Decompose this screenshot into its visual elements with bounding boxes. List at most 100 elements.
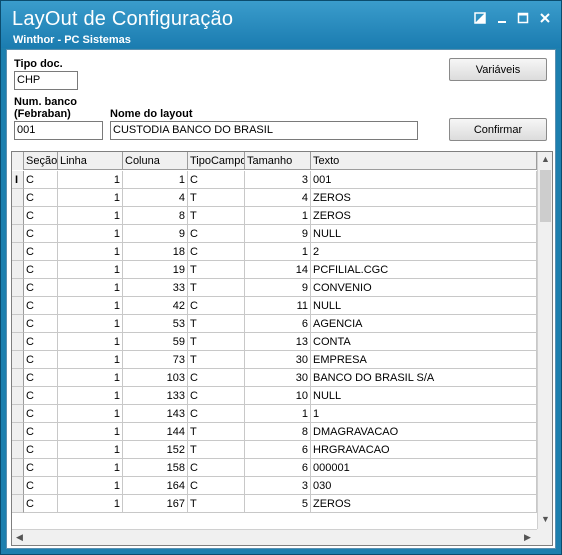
- cell-texto[interactable]: CONTA: [311, 333, 537, 351]
- table-row[interactable]: C 1 167 T 5 ZEROS: [12, 495, 537, 513]
- cell-linha[interactable]: 1: [58, 333, 123, 351]
- cell-coluna[interactable]: 164: [123, 477, 188, 495]
- row-indicator[interactable]: [12, 243, 24, 261]
- cell-secao[interactable]: C: [24, 189, 58, 207]
- cell-secao[interactable]: C: [24, 261, 58, 279]
- row-indicator[interactable]: [12, 261, 24, 279]
- cell-texto[interactable]: CONVENIO: [311, 279, 537, 297]
- cell-linha[interactable]: 1: [58, 369, 123, 387]
- cell-tipocampo[interactable]: T: [188, 351, 245, 369]
- cell-tipocampo[interactable]: T: [188, 279, 245, 297]
- row-indicator[interactable]: [12, 369, 24, 387]
- cell-coluna[interactable]: 103: [123, 369, 188, 387]
- table-row[interactable]: C 1 42 C 11 NULL: [12, 297, 537, 315]
- close-icon[interactable]: [536, 9, 554, 27]
- cell-linha[interactable]: 1: [58, 495, 123, 513]
- cell-linha[interactable]: 1: [58, 405, 123, 423]
- cell-secao[interactable]: C: [24, 315, 58, 333]
- cell-tamanho[interactable]: 9: [245, 279, 311, 297]
- cell-secao[interactable]: C: [24, 171, 58, 189]
- cell-tamanho[interactable]: 1: [245, 207, 311, 225]
- cell-tipocampo[interactable]: C: [188, 369, 245, 387]
- cell-linha[interactable]: 1: [58, 387, 123, 405]
- cell-coluna[interactable]: 33: [123, 279, 188, 297]
- cell-tamanho[interactable]: 8: [245, 423, 311, 441]
- cell-secao[interactable]: C: [24, 495, 58, 513]
- cell-texto[interactable]: EMPRESA: [311, 351, 537, 369]
- cell-tamanho[interactable]: 4: [245, 189, 311, 207]
- cell-linha[interactable]: 1: [58, 261, 123, 279]
- num-banco-input[interactable]: 001: [14, 121, 103, 140]
- cell-linha[interactable]: 1: [58, 243, 123, 261]
- cell-secao[interactable]: C: [24, 243, 58, 261]
- cell-linha[interactable]: 1: [58, 351, 123, 369]
- table-row[interactable]: I C 1 1 C 3 001: [12, 171, 537, 189]
- cell-secao[interactable]: C: [24, 333, 58, 351]
- cell-coluna[interactable]: 53: [123, 315, 188, 333]
- minimize-icon[interactable]: [493, 9, 511, 27]
- table-row[interactable]: C 1 152 T 6 HRGRAVACAO: [12, 441, 537, 459]
- cell-tipocampo[interactable]: T: [188, 261, 245, 279]
- cell-coluna[interactable]: 4: [123, 189, 188, 207]
- cell-secao[interactable]: C: [24, 369, 58, 387]
- title-bar[interactable]: LayOut de Configuração Winthor - PC Sist…: [1, 1, 561, 48]
- cell-tipocampo[interactable]: C: [188, 405, 245, 423]
- cell-linha[interactable]: 1: [58, 459, 123, 477]
- cell-tamanho[interactable]: 3: [245, 477, 311, 495]
- row-indicator[interactable]: [12, 477, 24, 495]
- cell-tipocampo[interactable]: T: [188, 315, 245, 333]
- table-row[interactable]: C 1 18 C 1 2: [12, 243, 537, 261]
- cell-tamanho[interactable]: 10: [245, 387, 311, 405]
- table-row[interactable]: C 1 103 C 30 BANCO DO BRASIL S/A: [12, 369, 537, 387]
- row-indicator[interactable]: [12, 207, 24, 225]
- cell-secao[interactable]: C: [24, 297, 58, 315]
- cell-texto[interactable]: PCFILIAL.CGC: [311, 261, 537, 279]
- cell-tipocampo[interactable]: C: [188, 387, 245, 405]
- cell-secao[interactable]: C: [24, 351, 58, 369]
- col-header-coluna[interactable]: Coluna: [123, 152, 188, 170]
- cell-tamanho[interactable]: 1: [245, 405, 311, 423]
- horizontal-scrollbar[interactable]: ◀ ▶: [12, 529, 537, 545]
- cell-coluna[interactable]: 167: [123, 495, 188, 513]
- cell-linha[interactable]: 1: [58, 297, 123, 315]
- cell-tipocampo[interactable]: T: [188, 333, 245, 351]
- row-indicator[interactable]: [12, 279, 24, 297]
- cell-coluna[interactable]: 144: [123, 423, 188, 441]
- cell-tamanho[interactable]: 3: [245, 171, 311, 189]
- cell-texto[interactable]: DMAGRAVACAO: [311, 423, 537, 441]
- cell-tipocampo[interactable]: T: [188, 441, 245, 459]
- table-row[interactable]: C 1 9 C 9 NULL: [12, 225, 537, 243]
- cell-secao[interactable]: C: [24, 207, 58, 225]
- cell-linha[interactable]: 1: [58, 279, 123, 297]
- cell-coluna[interactable]: 143: [123, 405, 188, 423]
- row-indicator[interactable]: [12, 423, 24, 441]
- cell-coluna[interactable]: 59: [123, 333, 188, 351]
- cell-tamanho[interactable]: 6: [245, 459, 311, 477]
- cell-coluna[interactable]: 19: [123, 261, 188, 279]
- cell-texto[interactable]: AGENCIA: [311, 315, 537, 333]
- cell-texto[interactable]: 1: [311, 405, 537, 423]
- col-header-tipocampo[interactable]: TipoCampo: [188, 152, 245, 170]
- cell-tamanho[interactable]: 13: [245, 333, 311, 351]
- row-indicator[interactable]: [12, 333, 24, 351]
- row-indicator[interactable]: [12, 225, 24, 243]
- row-indicator[interactable]: [12, 405, 24, 423]
- cell-coluna[interactable]: 1: [123, 171, 188, 189]
- cell-tipocampo[interactable]: T: [188, 207, 245, 225]
- row-indicator[interactable]: [12, 387, 24, 405]
- table-row[interactable]: C 1 33 T 9 CONVENIO: [12, 279, 537, 297]
- row-indicator[interactable]: [12, 441, 24, 459]
- cell-tipocampo[interactable]: C: [188, 459, 245, 477]
- table-row[interactable]: C 1 164 C 3 030: [12, 477, 537, 495]
- table-row[interactable]: C 1 158 C 6 000001: [12, 459, 537, 477]
- cell-coluna[interactable]: 9: [123, 225, 188, 243]
- row-indicator[interactable]: [12, 495, 24, 513]
- cell-linha[interactable]: 1: [58, 171, 123, 189]
- table-row[interactable]: C 1 8 T 1 ZEROS: [12, 207, 537, 225]
- cell-texto[interactable]: 001: [311, 171, 537, 189]
- cell-coluna[interactable]: 158: [123, 459, 188, 477]
- cell-linha[interactable]: 1: [58, 189, 123, 207]
- cell-texto[interactable]: ZEROS: [311, 189, 537, 207]
- table-row[interactable]: C 1 53 T 6 AGENCIA: [12, 315, 537, 333]
- cell-texto[interactable]: 000001: [311, 459, 537, 477]
